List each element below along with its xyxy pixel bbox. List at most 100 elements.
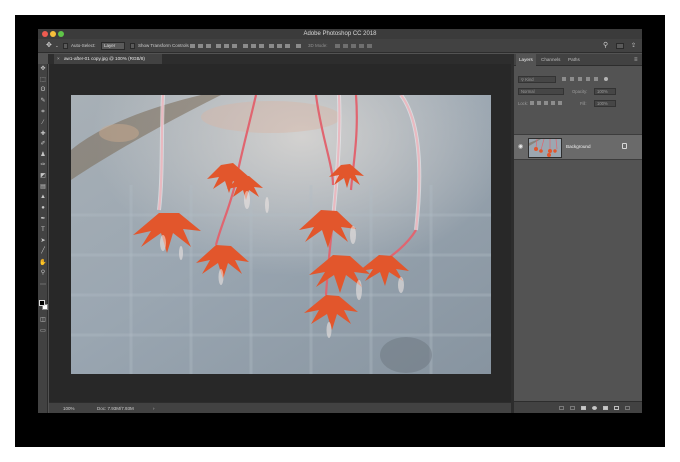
search-icon[interactable]: ⚲ [603,42,608,50]
blur-tool-icon[interactable]: ▲ [40,194,46,200]
type-tool-icon[interactable]: T [40,227,46,233]
document-tab[interactable]: × aw1-after-01 copy.jpg @ 100% (RGB/8) [54,54,162,64]
new-layer-icon[interactable] [614,406,619,410]
quick-select-tool-icon[interactable]: ✎ [40,98,46,104]
visibility-eye-icon[interactable]: ◉ [518,144,523,150]
distribute-left-icon[interactable] [269,44,274,48]
layer-mask-icon[interactable] [581,406,586,410]
workspace-icon[interactable] [616,43,624,49]
dodge-tool-icon[interactable]: ● [40,205,46,211]
align-left-icon[interactable] [216,44,221,48]
gradient-tool-icon[interactable]: ▤ [40,184,46,190]
3d-roll-icon[interactable] [343,44,348,48]
hand-tool-icon[interactable]: ✋ [39,260,46,266]
blend-mode-dropdown[interactable]: Normal [518,88,564,95]
filter-smart-object-icon[interactable] [594,77,598,81]
filter-shape-icon[interactable] [586,77,590,81]
pen-tool-icon[interactable]: ✒ [40,216,46,222]
fill-field[interactable]: 100% [594,100,616,107]
preset-chevron-icon[interactable]: ⌄ [55,42,59,50]
layer-style-icon[interactable] [570,406,575,410]
foreground-color-swatch[interactable] [39,300,45,306]
adjustment-layer-icon[interactable] [592,406,597,410]
panel-menu-icon[interactable]: ≡ [631,54,641,66]
filter-toggle-icon[interactable] [604,77,608,81]
history-brush-tool-icon[interactable]: ✑ [40,162,46,168]
layer-filter-row: ⚲ Kind [514,75,642,84]
status-bar: 100% Doc: 7.93M/7.93M › [49,402,511,413]
lock-row: Lock: Fill: 100% [514,99,642,108]
more-tools-icon[interactable]: ⋯ [40,282,46,288]
panel-tabs: Layers Channels Paths ≡ [514,54,642,66]
shape-tool-icon[interactable]: ╱ [40,248,46,254]
auto-select-checkbox[interactable] [63,43,68,49]
path-select-tool-icon[interactable]: ➤ [40,238,46,244]
lasso-tool-icon[interactable]: ʘ [40,87,46,93]
opacity-field[interactable]: 100% [594,88,616,95]
layer-thumbnail [528,138,562,158]
lock-all-icon[interactable] [558,101,562,105]
3d-pan-icon[interactable] [351,44,356,48]
clone-stamp-tool-icon[interactable]: ♟ [40,152,46,158]
layer-filter-dropdown[interactable]: ⚲ Kind [518,76,556,83]
layer-filter-label: Kind [525,77,534,82]
auto-align-icon[interactable] [296,44,301,48]
brush-tool-icon[interactable]: ✐ [40,141,46,147]
layer-row-background[interactable]: ◉ Background [514,134,642,160]
zoom-tool-icon[interactable]: ⚲ [40,270,46,276]
document-tab-title: aw1-after-01 copy.jpg @ 100% (RGB/8) [64,56,145,61]
canvas-area[interactable] [49,64,511,402]
healing-brush-tool-icon[interactable]: ✚ [40,131,46,137]
tab-paths[interactable]: Paths [565,54,583,66]
align-center-icon[interactable] [224,44,229,48]
link-layers-icon[interactable] [559,406,564,410]
auto-select-dropdown[interactable]: Layer [101,42,125,50]
align-middle-icon[interactable] [198,44,203,48]
lock-position-icon[interactable] [544,101,548,105]
photoshop-window: Adobe Photoshop CC 2018 ✥ ⌄ Auto-Select:… [38,29,642,413]
crop-tool-icon[interactable]: ⌗ [40,109,46,115]
align-bottom-icon[interactable] [206,44,211,48]
zoom-level[interactable]: 100% [63,403,75,413]
new-group-icon[interactable] [603,406,608,410]
move-tool-icon[interactable]: ✥ [40,66,46,72]
status-menu-arrow-icon[interactable]: › [153,403,155,413]
share-icon[interactable]: ⇪ [631,42,636,50]
align-right-icon[interactable] [232,44,237,48]
distribute-right-icon[interactable] [285,44,290,48]
show-transform-checkbox[interactable] [130,43,135,49]
filter-type-icon[interactable] [578,77,582,81]
distribute-center-icon[interactable] [277,44,282,48]
3d-slide-icon[interactable] [359,44,364,48]
close-tab-icon[interactable]: × [57,54,60,64]
3d-orbit-icon[interactable] [335,44,340,48]
document-image[interactable] [71,95,491,374]
3d-scale-icon[interactable] [367,44,372,48]
color-swatches[interactable] [39,300,48,312]
eraser-tool-icon[interactable]: ◩ [40,173,46,179]
layer-name: Background [566,144,591,149]
distribute-bottom-icon[interactable] [259,44,264,48]
3d-mode-label: 3D Mode: [308,43,328,48]
filter-pixel-icon[interactable] [562,77,566,81]
tab-layers[interactable]: Layers [516,54,536,66]
quick-mask-icon[interactable]: ◫ [40,317,46,323]
options-bar: ✥ ⌄ Auto-Select: Layer Show Transform Co… [38,39,642,53]
screen-mode-icon[interactable]: ▭ [40,328,46,334]
lock-image-icon[interactable] [537,101,541,105]
align-top-icon[interactable] [190,44,195,48]
layer-thumbnail-image [529,139,561,157]
distribute-middle-icon[interactable] [251,44,256,48]
move-tool-preset-icon[interactable]: ✥ [46,42,52,50]
document-size[interactable]: Doc: 7.93M/7.93M [97,403,134,413]
filter-adjustment-icon[interactable] [570,77,574,81]
lock-transparent-icon[interactable] [530,101,534,105]
marquee-tool-icon[interactable]: ⬚ [40,77,46,83]
eyedropper-tool-icon[interactable]: ⁄ [40,120,46,126]
tools-panel: ✥ ⬚ ʘ ✎ ⌗ ⁄ ✚ ✐ ♟ ✑ ◩ ▤ ▲ ● ✒ T ➤ ╱ ✋ ⚲ ⋯ ◫ ▭ [38,64,48,413]
delete-layer-icon[interactable] [625,406,630,410]
tab-channels[interactable]: Channels [538,54,563,66]
lock-artboard-icon[interactable] [551,101,555,105]
fill-label: Fill: [580,101,587,106]
distribute-top-icon[interactable] [243,44,248,48]
